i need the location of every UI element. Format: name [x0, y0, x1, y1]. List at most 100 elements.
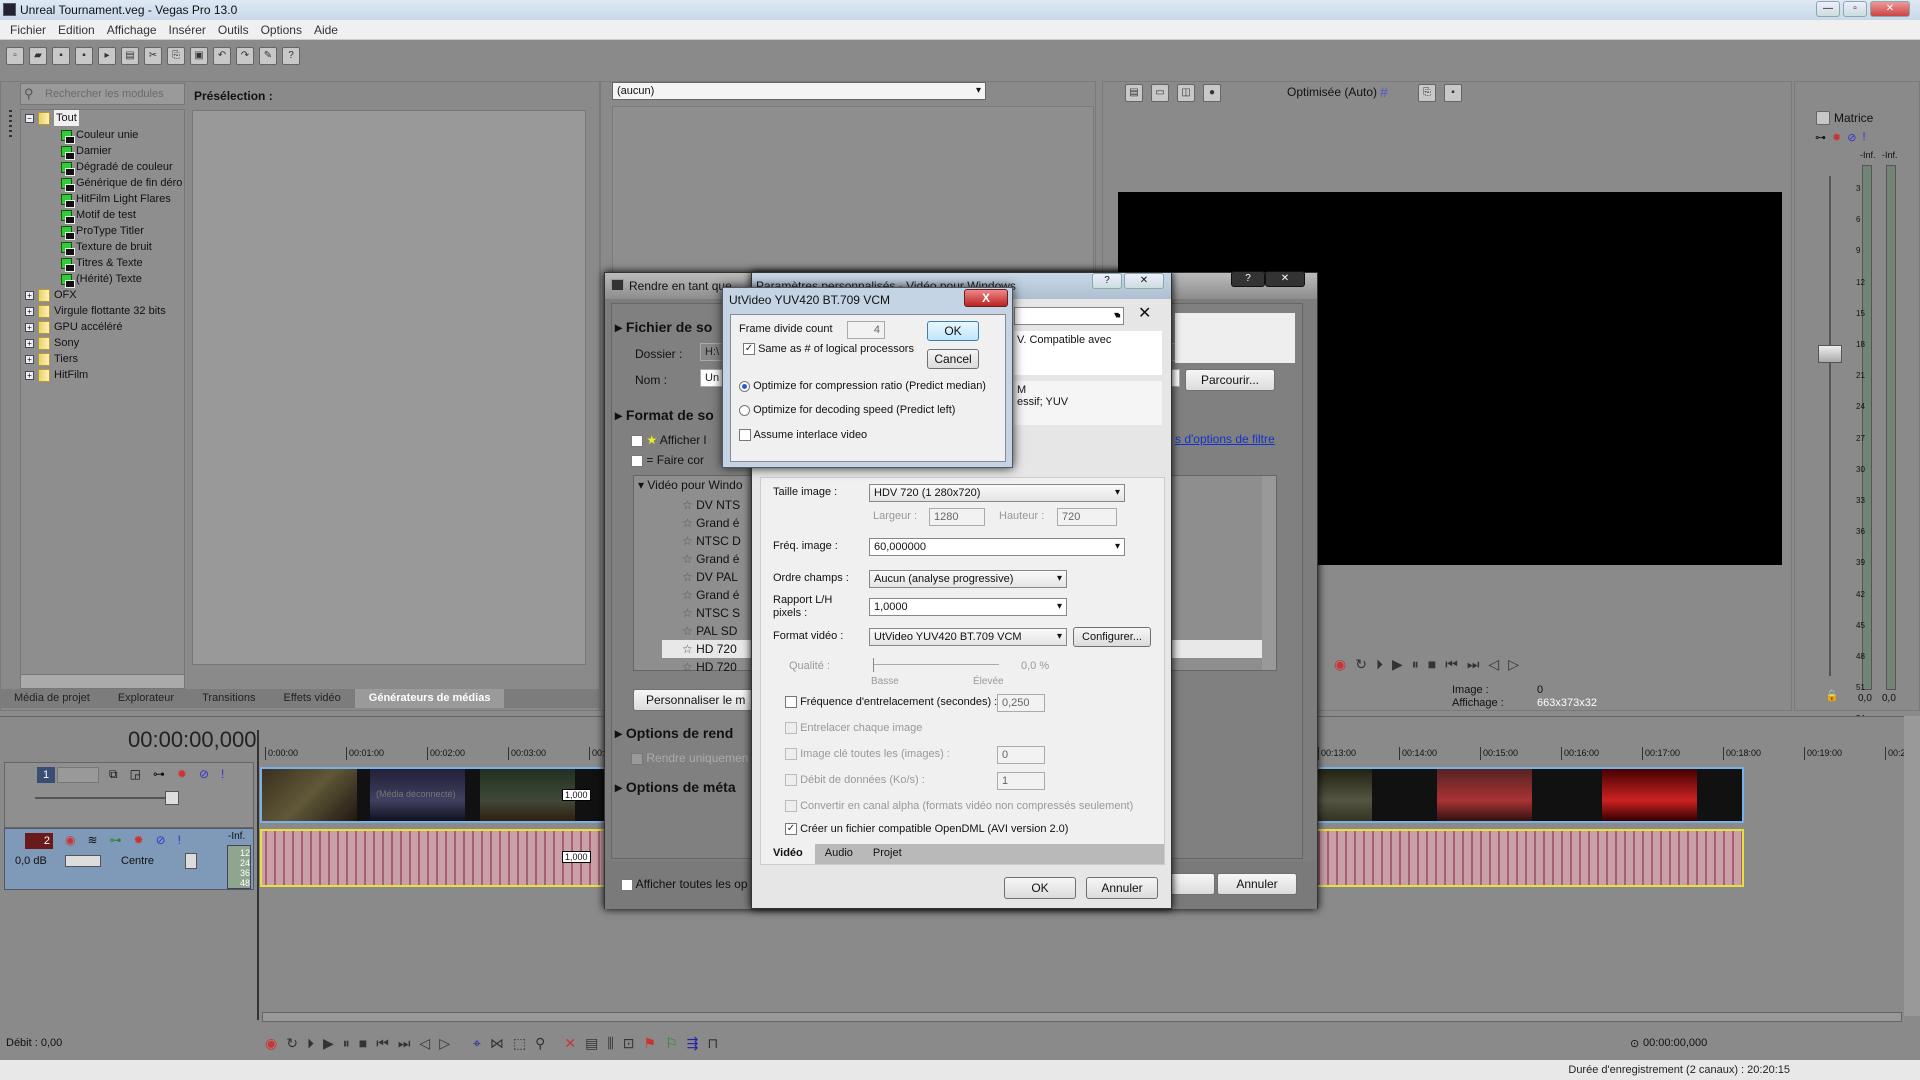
video-format-select[interactable]: UtVideo YUV420 BT.709 VCM	[869, 628, 1067, 646]
star-icon[interactable]: ☆	[682, 498, 696, 512]
track-name-field[interactable]	[57, 767, 99, 783]
tree-folder[interactable]: + GPU accéléré	[25, 319, 122, 335]
format-section-toggle[interactable]: ▸ Format de so	[615, 407, 714, 424]
marker-icon[interactable]: ⚑	[644, 1035, 657, 1052]
automation-icon[interactable]: ⊶	[1815, 131, 1826, 144]
expand-icon[interactable]: +	[25, 322, 34, 332]
lock-icon[interactable]: 🔒	[1825, 689, 1839, 702]
project-properties-icon[interactable]: ▤	[1125, 84, 1143, 102]
tree-item[interactable]: Motif de test	[61, 207, 136, 224]
tree-item[interactable]: Générique de fin déro	[61, 175, 182, 192]
tree-horizontal-scrollbar[interactable]	[21, 674, 184, 688]
menu-aide[interactable]: Aide	[308, 20, 344, 39]
help-button[interactable]: ?	[1231, 271, 1265, 287]
configure-button[interactable]: Configurer...	[1073, 627, 1151, 647]
timeline-vertical-scrollbar[interactable]	[1904, 716, 1920, 1016]
match-project-checkbox[interactable]: = Faire cor	[631, 453, 704, 467]
star-icon[interactable]: ☆	[682, 516, 696, 530]
open-icon[interactable]: ▰	[29, 47, 47, 65]
normal-edit-tool-icon[interactable]: ⌖	[473, 1035, 481, 1052]
metadata-options-toggle[interactable]: ▸ Options de méta	[615, 779, 736, 796]
save-template-icon[interactable]: ▪	[1116, 307, 1121, 323]
tree-folder[interactable]: + Virgule flottante 32 bits	[25, 303, 166, 319]
cancel-button[interactable]: Cancel	[927, 349, 979, 369]
tree-node-tout[interactable]: − Tout	[25, 110, 79, 126]
menu-fichier[interactable]: Fichier	[4, 20, 52, 39]
cancel-button[interactable]: Annuler	[1086, 877, 1158, 899]
next-frame-icon[interactable]: ▷	[1508, 656, 1519, 673]
tree-item[interactable]: Texture de bruit	[61, 239, 152, 256]
tab-project-media[interactable]: Média de projet	[0, 689, 104, 708]
audio-track-header[interactable]: 2 ◉ ≋ ⊶ ✹ ⊘! -Inf. 0,0 dB Centre 12 24 36 48	[4, 828, 254, 890]
loop-icon[interactable]: ↻	[286, 1035, 298, 1052]
next-frame-icon[interactable]: ▷	[439, 1035, 450, 1052]
selection-tool-icon[interactable]: ⬚	[513, 1035, 526, 1052]
tree-item[interactable]: ProType Titler	[61, 223, 144, 240]
field-order-select[interactable]: Aucun (analyse progressive)	[869, 570, 1067, 588]
tree-folder[interactable]: + HitFilm	[25, 367, 88, 383]
interlace-checkbox[interactable]: Assume interlace video	[739, 429, 867, 442]
menu-edition[interactable]: Edition	[52, 20, 101, 39]
tree-item[interactable]: Dégradé de couleur	[61, 159, 173, 176]
go-start-icon[interactable]: ⏮	[376, 1035, 389, 1052]
template-select[interactable]	[1014, 307, 1124, 325]
split-icon[interactable]: ⫼	[607, 1035, 613, 1052]
opacity-slider[interactable]	[35, 797, 175, 799]
invert-phase-icon[interactable]: ≋	[87, 833, 97, 847]
close-button[interactable]: X	[964, 289, 1008, 307]
interleave-input[interactable]: 0,250	[997, 694, 1045, 712]
menu-options[interactable]: Options	[255, 20, 308, 39]
trim-icon[interactable]: ▤	[585, 1035, 598, 1052]
pixel-aspect-select[interactable]: 1,0000	[869, 598, 1067, 616]
star-icon[interactable]: ☆	[682, 642, 696, 656]
motion-icon[interactable]: ◲	[130, 767, 141, 782]
external-monitor-icon[interactable]: ▭	[1151, 84, 1169, 102]
file-section-toggle[interactable]: ▸ Fichier de so	[615, 319, 712, 336]
redo-icon[interactable]: ↷	[236, 47, 254, 65]
menu-outils[interactable]: Outils	[212, 20, 255, 39]
solo-icon[interactable]: !	[221, 767, 224, 782]
master-fader[interactable]	[1818, 345, 1842, 363]
tree-item[interactable]: Damier	[61, 143, 111, 160]
show-favorites-checkbox[interactable]: ★ Afficher l	[631, 433, 706, 447]
snapping-icon[interactable]: ⊓	[707, 1035, 718, 1052]
play-from-start-icon[interactable]: ⏵	[307, 1035, 314, 1052]
opendml-checkbox[interactable]: ✓ Créer un fichier compatible OpenDML (A…	[785, 823, 1068, 836]
star-icon[interactable]: ☆	[682, 660, 696, 674]
region-icon[interactable]: ⚐	[665, 1035, 678, 1052]
quality-slider-handle[interactable]	[873, 658, 874, 672]
opacity-slider-handle[interactable]	[165, 791, 179, 805]
copy-snapshot-icon[interactable]: ⎘	[1418, 84, 1436, 102]
maximize-button[interactable]: ▫	[1843, 1, 1867, 17]
composite-icon[interactable]: ⧉	[109, 767, 118, 782]
tree-folder[interactable]: + OFX	[25, 287, 77, 303]
datarate-checkbox[interactable]: Débit de données (Ko/s) :	[785, 774, 925, 787]
format-tree-scrollbar[interactable]	[1262, 476, 1276, 670]
loop-icon[interactable]: ↻	[1355, 656, 1367, 673]
tree-folder[interactable]: + Sony	[25, 335, 79, 351]
stop-icon[interactable]: ■	[1428, 656, 1436, 673]
overlays-grid-icon[interactable]: #	[1380, 84, 1388, 100]
star-icon[interactable]: ☆	[682, 588, 696, 602]
paste-icon[interactable]: ▣	[190, 47, 208, 65]
help-icon[interactable]: ?	[282, 47, 300, 65]
timeline-scrollbar[interactable]	[262, 1012, 1902, 1022]
cut-icon[interactable]: ✂	[144, 47, 162, 65]
go-end-icon[interactable]: ⏭	[1467, 656, 1480, 673]
play-icon[interactable]: ▶	[323, 1035, 334, 1052]
tree-item[interactable]: HitFilm Light Flares	[61, 191, 171, 208]
frame-size-select[interactable]: HDV 720 (1 280x720)	[869, 484, 1125, 502]
same-as-processors-checkbox[interactable]: ✓ Same as # of logical processors	[743, 343, 914, 356]
volume-slider[interactable]	[65, 855, 101, 867]
split-screen-icon[interactable]: ◫	[1177, 84, 1195, 102]
alpha-checkbox[interactable]: Convertir en canal alpha (formats vidéo …	[785, 800, 1133, 813]
quality-slider[interactable]	[873, 664, 999, 665]
help-button[interactable]: ?	[1092, 273, 1122, 289]
frame-rate-select[interactable]: 60,000000	[869, 538, 1125, 556]
fx-icon[interactable]: ✹	[134, 833, 144, 847]
panel-grip[interactable]	[9, 110, 12, 140]
compression-radio[interactable]: Optimize for compression ratio (Predict …	[739, 380, 986, 392]
automation-icon[interactable]: ⊶	[110, 833, 122, 847]
save-snapshot-icon[interactable]: ▪	[1444, 84, 1462, 102]
show-all-options-checkbox[interactable]: Afficher toutes les op	[621, 877, 748, 891]
